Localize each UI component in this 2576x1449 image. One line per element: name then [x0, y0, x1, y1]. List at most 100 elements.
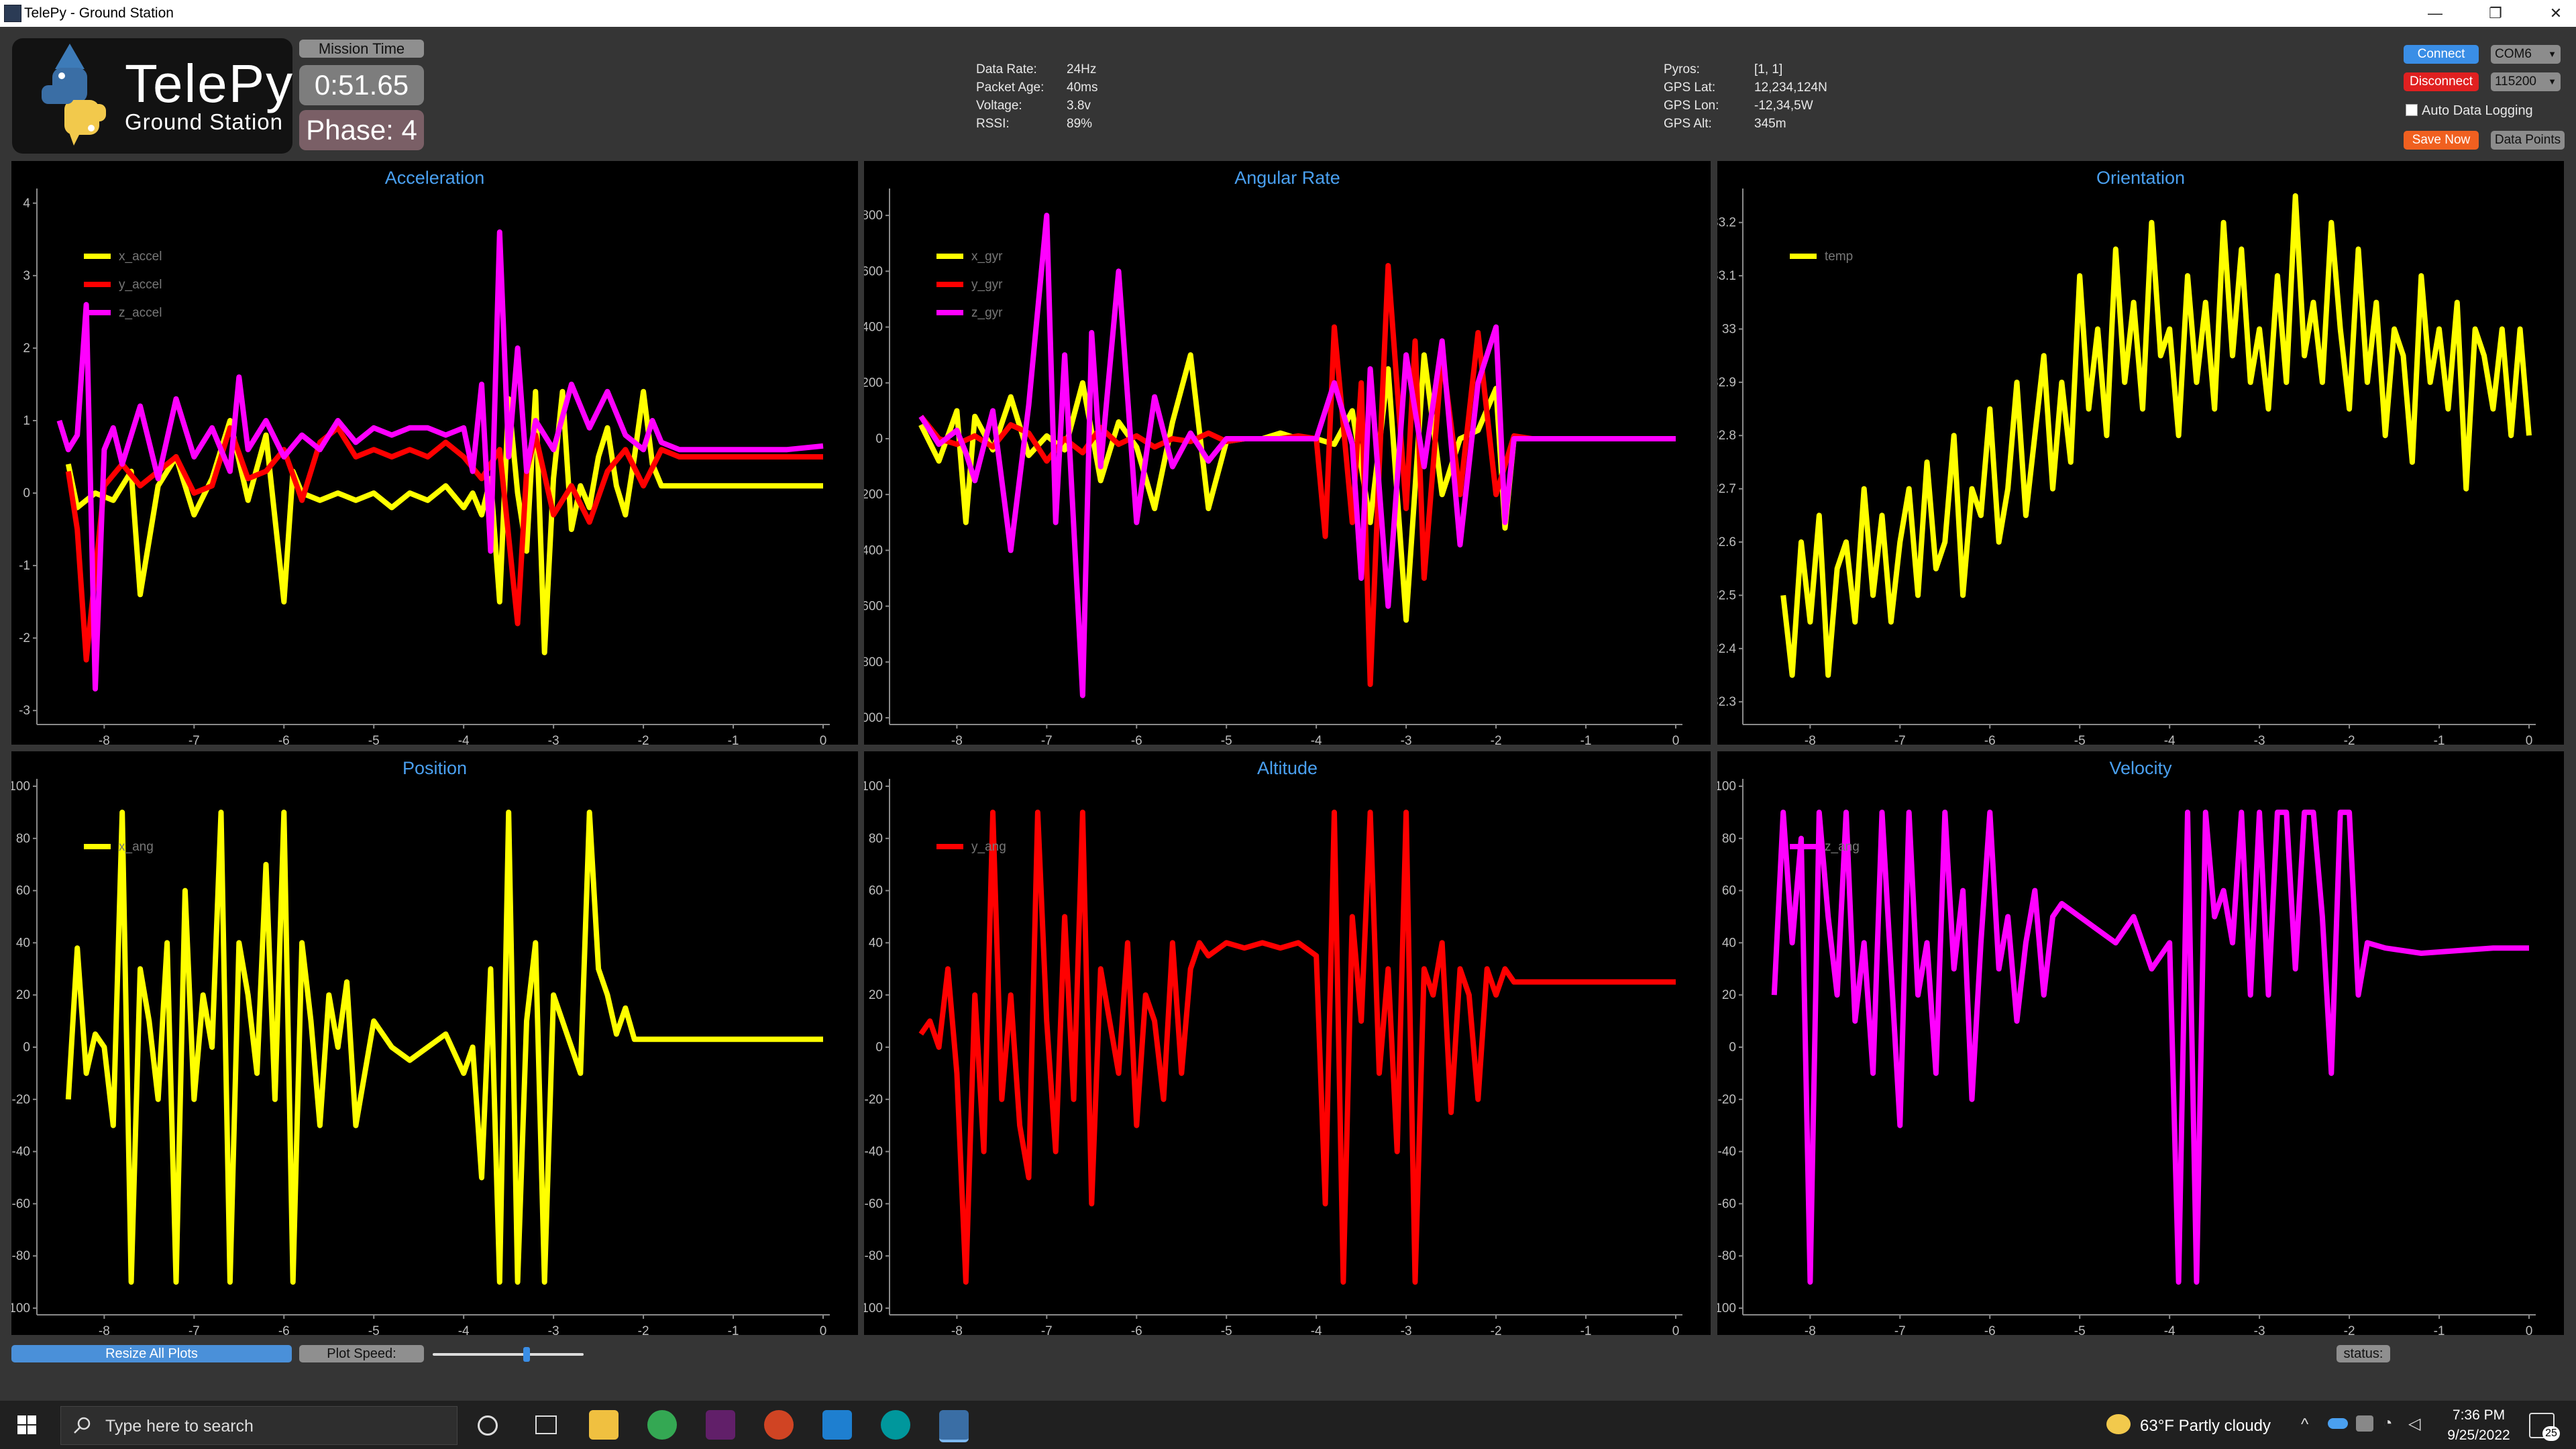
- cortana-icon[interactable]: [478, 1415, 498, 1436]
- slack-icon[interactable]: [706, 1410, 735, 1440]
- save-now-button[interactable]: Save Now: [2404, 131, 2479, 150]
- y-tick-label: 33: [1722, 322, 1736, 336]
- app-logo: TelePy Ground Station: [12, 38, 292, 154]
- onedrive-icon[interactable]: [2328, 1418, 2348, 1429]
- notifications-count: 25: [2542, 1426, 2560, 1441]
- y-tick-label: 200: [864, 376, 883, 390]
- baud-select[interactable]: 115200 ▼: [2491, 72, 2561, 91]
- weather-text[interactable]: 63°F Partly cloudy: [2140, 1417, 2271, 1436]
- y-tick-label: 80: [1722, 832, 1736, 846]
- legend-label: z_ang: [1825, 840, 1860, 854]
- taskbar-search[interactable]: Type here to search: [60, 1406, 458, 1445]
- clock-date[interactable]: 9/25/2022: [2442, 1428, 2516, 1444]
- battery-icon[interactable]: [2356, 1415, 2373, 1432]
- y-tick-label: 100: [864, 780, 883, 794]
- logo-subtitle: Ground Station: [125, 109, 283, 134]
- x-tick-label: 0: [1672, 734, 1680, 745]
- y-tick-label: -60: [865, 1197, 883, 1211]
- x-tick-label: -1: [1580, 734, 1592, 745]
- y-tick-label: 3: [23, 269, 30, 283]
- x-tick-label: -7: [189, 734, 200, 745]
- x-tick-label: -1: [2434, 1324, 2445, 1335]
- x-tick-label: -3: [2254, 734, 2265, 745]
- series-line-z_ang: [1771, 809, 2529, 1285]
- y-tick-label: -1: [19, 559, 30, 573]
- y-tick-label: -80: [865, 1249, 883, 1263]
- data-points-button[interactable]: Data Points: [2491, 131, 2565, 150]
- series-line-y_ang: [918, 809, 1676, 1285]
- resize-all-plots-button[interactable]: Resize All Plots: [11, 1345, 292, 1362]
- x-tick-label: -7: [1894, 1324, 1906, 1335]
- x-tick-label: -5: [368, 734, 380, 745]
- y-tick-label: 0: [875, 432, 883, 446]
- y-tick-label: 32.5: [1717, 588, 1736, 602]
- series-line-x_gyr: [918, 352, 1676, 623]
- y-tick-label: 100: [1717, 780, 1736, 794]
- clock-time[interactable]: 7:36 PM: [2442, 1407, 2516, 1424]
- x-tick-label: -4: [1311, 734, 1322, 745]
- powerpoint-icon[interactable]: [764, 1410, 794, 1440]
- slider-handle[interactable]: [523, 1347, 530, 1362]
- y-tick-label: 32.7: [1717, 482, 1736, 496]
- x-tick-label: -3: [1401, 1324, 1412, 1335]
- altitude-plot[interactable]: Altitude 100806040200-20-40-60-80-100-8-…: [864, 751, 1711, 1335]
- windows-taskbar: Type here to search 63°F Partly cloudy ^…: [0, 1401, 2576, 1449]
- x-tick-label: -7: [189, 1324, 200, 1335]
- y-tick-label: 32.3: [1717, 695, 1736, 709]
- packet-age-value: 40ms: [1067, 80, 1098, 95]
- angular-rate-chart: 800 600 400 200 0 -200 -400 -600 -800 -1000 -8 -7 -6…: [864, 189, 1682, 745]
- chevron-up-icon[interactable]: ^: [2301, 1415, 2308, 1434]
- x-tick-label: -5: [1221, 1324, 1232, 1335]
- y-tick-label: 60: [1722, 884, 1736, 898]
- legend-label: z_accel: [119, 306, 162, 320]
- packet-age-label: Packet Age:: [976, 80, 1044, 95]
- port-select[interactable]: COM6 ▼: [2491, 45, 2561, 64]
- y-tick-label: 40: [1722, 936, 1736, 950]
- series-line-x_ang: [65, 809, 823, 1285]
- arduino-icon[interactable]: [881, 1410, 910, 1440]
- position-plot[interactable]: Position 100806040200-20-40-60-80-100-8-…: [11, 751, 858, 1335]
- angular-rate-plot[interactable]: Angular Rate 8006004002000-200-400-600-8…: [864, 161, 1711, 745]
- weather-icon[interactable]: [2106, 1414, 2131, 1434]
- chrome-icon[interactable]: [647, 1410, 677, 1440]
- x-tick-label: -5: [1221, 734, 1232, 745]
- x-tick-label: -6: [278, 1324, 290, 1335]
- windows-start-icon[interactable]: [17, 1415, 36, 1434]
- y-tick-label: -3: [19, 704, 30, 718]
- acceleration-plot[interactable]: Acceleration 4 3 2 1 0 -1 -2 -3 -8 -7 -6 -5 -4 -3 -2 -1…: [11, 161, 858, 745]
- auto-logging-checkbox[interactable]: [2406, 104, 2418, 116]
- y-tick-label: 32.6: [1717, 535, 1736, 549]
- close-icon[interactable]: ✕: [2522, 0, 2576, 27]
- disconnect-button[interactable]: Disconnect: [2404, 72, 2479, 91]
- wifi-icon[interactable]: ◔: [2383, 1414, 2393, 1433]
- orientation-plot[interactable]: Orientation 33.233.13332.932.832.732.632…: [1717, 161, 2564, 745]
- x-tick-label: -6: [278, 734, 290, 745]
- connect-button[interactable]: Connect: [2404, 45, 2479, 64]
- chevron-down-icon: ▼: [2548, 76, 2557, 87]
- velocity-plot[interactable]: Velocity 100806040200-20-40-60-80-100-8-…: [1717, 751, 2564, 1335]
- x-tick-label: -2: [1491, 734, 1502, 745]
- acceleration-chart: 4 3 2 1 0 -1 -2 -3 -8 -7 -6 -5 -4 -3 -2 -1 0 x_accel y_acc…: [19, 189, 830, 745]
- task-view-icon[interactable]: [535, 1415, 557, 1434]
- minimize-icon[interactable]: —: [2402, 0, 2469, 27]
- y-tick-label: -40: [1718, 1145, 1736, 1159]
- x-tick-label: -6: [1984, 734, 1996, 745]
- plot-speed-slider[interactable]: [433, 1353, 584, 1356]
- y-tick-label: -1000: [864, 711, 883, 725]
- restore-icon[interactable]: ❐: [2462, 0, 2529, 27]
- app-icon: [4, 5, 21, 22]
- x-tick-label: -8: [1805, 1324, 1816, 1335]
- x-tick-label: -8: [951, 734, 963, 745]
- file-explorer-icon[interactable]: [589, 1410, 619, 1440]
- vscode-icon[interactable]: [822, 1410, 852, 1440]
- voltage-value: 3.8v: [1067, 99, 1091, 113]
- legend-label: y_gyr: [971, 278, 1003, 292]
- search-placeholder: Type here to search: [105, 1417, 254, 1436]
- x-tick-label: 0: [1672, 1324, 1680, 1335]
- y-tick-label: 0: [1729, 1040, 1736, 1055]
- python-app-icon[interactable]: [939, 1410, 969, 1442]
- volume-icon[interactable]: ◁: [2408, 1414, 2420, 1434]
- x-tick-label: -7: [1041, 1324, 1053, 1335]
- window-titlebar: TelePy - Ground Station — ❐ ✕: [0, 0, 2576, 27]
- x-tick-label: -6: [1984, 1324, 1996, 1335]
